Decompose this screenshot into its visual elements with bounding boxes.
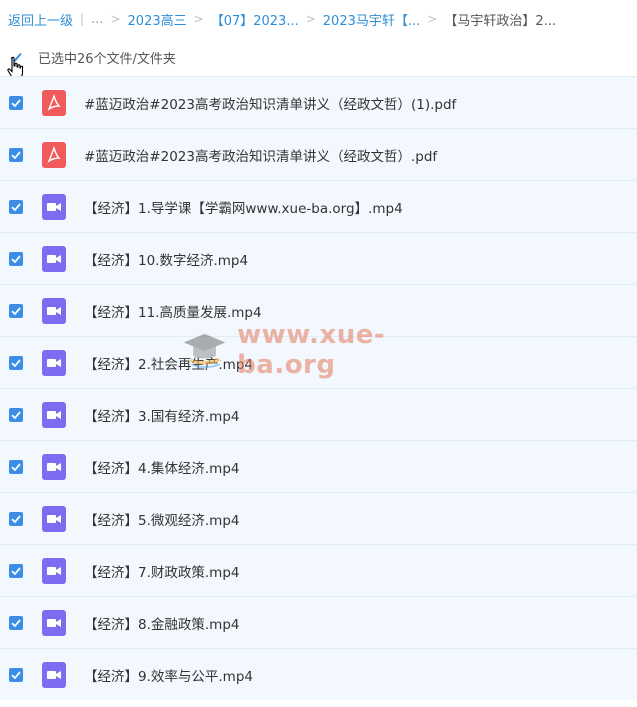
file-row[interactable]: 【经济】9.效率与公平.mp4 xyxy=(0,648,637,700)
video-file-icon xyxy=(42,193,66,220)
file-name[interactable]: 【经济】10.数字经济.mp4 xyxy=(84,249,248,269)
file-row[interactable]: 【经济】1.导学课【学霸网www.xue-ba.org】.mp4 xyxy=(0,180,637,232)
selection-count-text: 已选中26个文件/文件夹 xyxy=(38,51,176,67)
file-row[interactable]: 【经济】10.数字经济.mp4 xyxy=(0,232,637,284)
file-checkbox[interactable] xyxy=(9,407,23,422)
breadcrumb-ellipsis[interactable]: ... xyxy=(91,12,103,27)
breadcrumb-item[interactable]: 【07】2023... xyxy=(211,10,299,29)
check-icon xyxy=(11,670,21,679)
file-name[interactable]: #蓝迈政治#2023高考政治知识清单讲义（经政文哲）.pdf xyxy=(84,145,437,165)
file-checkbox[interactable] xyxy=(9,251,23,266)
breadcrumb-separator: > xyxy=(193,12,204,26)
pdf-file-icon xyxy=(42,89,66,116)
check-icon xyxy=(11,566,21,575)
file-checkbox[interactable] xyxy=(9,511,23,526)
check-icon xyxy=(11,98,21,107)
file-row[interactable]: #蓝迈政治#2023高考政治知识清单讲义（经政文哲）.pdf xyxy=(0,128,637,180)
breadcrumb: 返回上一级 | ... > 2023高三 > 【07】2023... > 202… xyxy=(0,0,637,38)
check-icon xyxy=(11,150,21,159)
video-file-icon xyxy=(42,661,66,688)
check-icon xyxy=(11,410,21,419)
file-checkbox[interactable] xyxy=(9,199,23,214)
breadcrumb-separator: | xyxy=(80,12,85,26)
breadcrumb-item[interactable]: 2023马宇轩【... xyxy=(323,10,420,29)
file-checkbox[interactable] xyxy=(9,355,23,370)
file-name[interactable]: 【经济】8.金融政策.mp4 xyxy=(84,613,239,633)
file-name[interactable]: 【经济】5.微观经济.mp4 xyxy=(84,509,239,529)
selection-bar: 已选中26个文件/文件夹 xyxy=(0,38,637,79)
file-row[interactable]: 【经济】3.国有经济.mp4 xyxy=(0,388,637,440)
file-checkbox[interactable] xyxy=(9,563,23,578)
file-row[interactable]: 【经济】7.财政政策.mp4 xyxy=(0,544,637,596)
file-checkbox[interactable] xyxy=(9,95,23,110)
file-name[interactable]: 【经济】2.社会再生产.mp4 xyxy=(84,353,253,373)
file-checkbox[interactable] xyxy=(9,615,23,630)
file-row[interactable]: 【经济】8.金融政策.mp4 xyxy=(0,596,637,648)
file-list: #蓝迈政治#2023高考政治知识清单讲义（经政文哲）(1).pdf #蓝迈政治#… xyxy=(0,76,637,700)
file-checkbox[interactable] xyxy=(9,459,23,474)
file-row[interactable]: #蓝迈政治#2023高考政治知识清单讲义（经政文哲）(1).pdf xyxy=(0,76,637,128)
file-name[interactable]: 【经济】1.导学课【学霸网www.xue-ba.org】.mp4 xyxy=(84,197,403,217)
file-row[interactable]: 【经济】5.微观经济.mp4 xyxy=(0,492,637,544)
video-file-icon xyxy=(42,505,66,532)
file-name[interactable]: 【经济】7.财政政策.mp4 xyxy=(84,561,239,581)
file-checkbox[interactable] xyxy=(9,147,23,162)
file-row[interactable]: 【经济】11.高质量发展.mp4 xyxy=(0,284,637,336)
breadcrumb-item[interactable]: 2023高三 xyxy=(128,10,187,29)
file-checkbox[interactable] xyxy=(9,303,23,318)
breadcrumb-separator: > xyxy=(305,12,316,26)
video-file-icon xyxy=(42,349,66,376)
check-icon xyxy=(11,358,21,367)
pdf-file-icon xyxy=(42,141,66,168)
file-name[interactable]: 【经济】4.集体经济.mp4 xyxy=(84,457,239,477)
back-link[interactable]: 返回上一级 xyxy=(8,10,73,29)
breadcrumb-current: 【马宇轩政治】2... xyxy=(444,13,556,29)
video-file-icon xyxy=(42,245,66,272)
check-icon xyxy=(11,202,21,211)
file-name[interactable]: #蓝迈政治#2023高考政治知识清单讲义（经政文哲）(1).pdf xyxy=(84,93,456,113)
file-checkbox[interactable] xyxy=(9,667,23,682)
file-row[interactable]: 【经济】2.社会再生产.mp4 xyxy=(0,336,637,388)
video-file-icon xyxy=(42,401,66,428)
video-file-icon xyxy=(42,453,66,480)
check-icon xyxy=(11,618,21,627)
check-icon xyxy=(11,254,21,263)
video-file-icon xyxy=(42,557,66,584)
breadcrumb-separator: > xyxy=(427,12,438,26)
video-file-icon xyxy=(42,297,66,324)
file-name[interactable]: 【经济】9.效率与公平.mp4 xyxy=(84,665,253,685)
check-icon xyxy=(11,306,21,315)
check-icon xyxy=(11,462,21,471)
video-file-icon xyxy=(42,609,66,636)
check-icon xyxy=(11,514,21,523)
breadcrumb-separator: > xyxy=(110,12,121,26)
file-row[interactable]: 【经济】4.集体经济.mp4 xyxy=(0,440,637,492)
file-name[interactable]: 【经济】3.国有经济.mp4 xyxy=(84,405,239,425)
file-name[interactable]: 【经济】11.高质量发展.mp4 xyxy=(84,301,262,321)
